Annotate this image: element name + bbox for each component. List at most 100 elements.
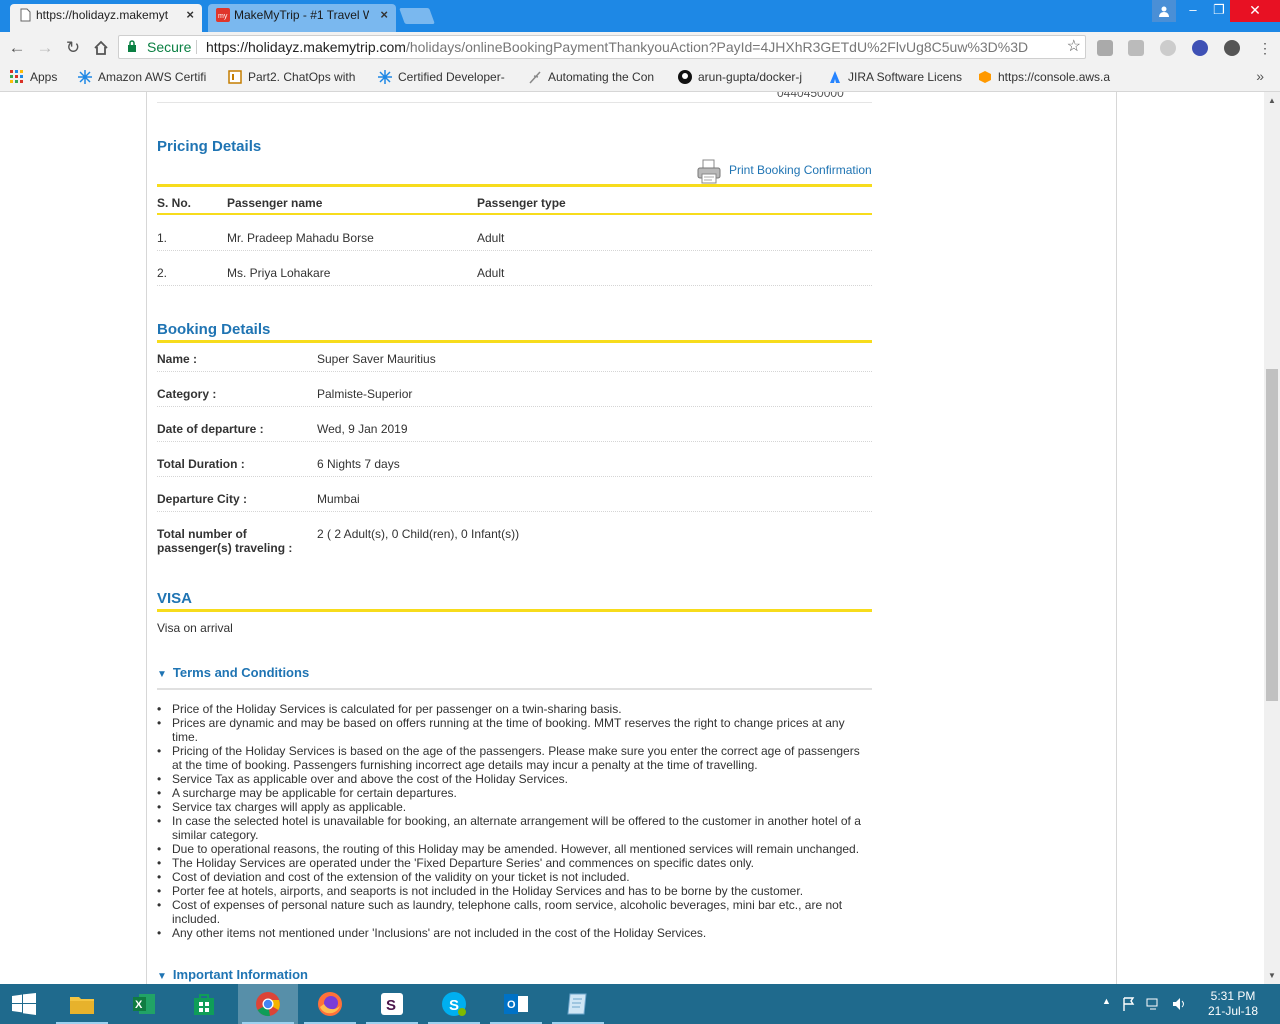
browser-tab-strip: https://holidayz.makemyt × my MakeMyTrip… — [0, 0, 1280, 32]
pdf-extension-icon[interactable] — [1128, 40, 1144, 56]
extension-gray-icon[interactable] — [1097, 40, 1113, 56]
tab-holidayz[interactable]: https://holidayz.makemyt × — [10, 4, 202, 32]
page-right-border — [1116, 92, 1117, 984]
yellow-divider — [157, 340, 872, 343]
bookmark-aws-console[interactable]: https://console.aws.a — [978, 70, 1110, 84]
field-label-category: Category : — [157, 387, 217, 401]
row-divider — [157, 476, 872, 477]
page-icon — [20, 8, 31, 22]
list-item: In case the selected hotel is unavailabl… — [157, 814, 867, 842]
bookmark-automating[interactable]: Automating the Con — [528, 70, 654, 84]
vertical-scrollbar[interactable]: ▲ ▼ — [1264, 92, 1280, 984]
bookmark-label: Apps — [30, 70, 58, 84]
chrome-icon[interactable] — [238, 984, 298, 1024]
clock-date: 21-Jul-18 — [1207, 1004, 1259, 1018]
makemytrip-logo-icon: my — [216, 8, 230, 22]
row-sno: 1. — [157, 231, 168, 245]
list-item: Price of the Holiday Services is calcula… — [157, 702, 867, 716]
new-tab-button[interactable] — [399, 8, 435, 24]
firefox-icon[interactable] — [300, 984, 360, 1024]
field-value-departure-city: Mumbai — [317, 492, 360, 506]
yellow-divider — [157, 609, 872, 612]
forward-arrow-icon[interactable]: → — [34, 37, 56, 59]
tab-title: MakeMyTrip - #1 Travel W — [234, 8, 369, 22]
bookmarks-bar: Apps Amazon AWS Certifi Part2. ChatOps w… — [0, 64, 1280, 92]
bookmarks-overflow-icon[interactable]: » — [1256, 68, 1264, 84]
excel-icon[interactable]: X — [114, 984, 174, 1024]
bookmark-label: Certified Developer- — [398, 70, 505, 84]
tab-close-icon[interactable]: × — [380, 4, 388, 26]
printer-icon — [697, 159, 721, 184]
bookmark-aws-cert[interactable]: Amazon AWS Certifi — [78, 70, 206, 84]
field-label-name: Name : — [157, 352, 198, 366]
notepad-icon[interactable] — [548, 984, 608, 1024]
tab-title: https://holidayz.makemyt — [36, 8, 169, 22]
system-clock[interactable]: 5:31 PM 21-Jul-18 — [1196, 989, 1270, 1019]
print-booking-confirmation[interactable]: Print Booking Confirmation — [697, 159, 872, 185]
list-item: A surcharge may be applicable for certai… — [157, 786, 867, 800]
extension-gear-icon[interactable] — [1224, 40, 1240, 56]
reload-icon[interactable]: ↻ — [62, 37, 84, 59]
bookmark-apps[interactable]: Apps — [10, 70, 57, 84]
tab-close-icon[interactable]: × — [186, 4, 194, 26]
bookmark-label: https://console.aws.a — [998, 70, 1111, 84]
col-header-passenger-name: Passenger name — [227, 196, 323, 210]
list-item: Service Tax as applicable over and above… — [157, 772, 867, 786]
slack-icon[interactable]: S — [362, 984, 422, 1024]
terms-toggle[interactable]: ▼ Terms and Conditions — [157, 665, 309, 680]
bookmark-chatops[interactable]: Part2. ChatOps with — [228, 70, 355, 84]
skype-icon[interactable]: S — [424, 984, 484, 1024]
network-icon[interactable] — [1146, 997, 1162, 1011]
outlook-icon[interactable]: O — [486, 984, 546, 1024]
list-item: Cost of expenses of personal nature such… — [157, 898, 867, 926]
scrollbar-thumb[interactable] — [1266, 369, 1278, 701]
flag-icon[interactable] — [1122, 997, 1136, 1011]
bookmark-star-icon[interactable]: ☆ — [1067, 36, 1081, 58]
windows-taskbar: X S S O ▲ 5:31 PM 21-Jul-18 — [0, 984, 1280, 1024]
system-tray: ▲ — [1096, 984, 1196, 1024]
bookmark-label: Automating the Con — [548, 70, 655, 84]
scroll-down-arrow-icon[interactable]: ▼ — [1264, 967, 1280, 984]
triangle-down-icon: ▼ — [157, 669, 167, 680]
tray-expand-icon[interactable]: ▲ — [1102, 996, 1111, 1006]
bookmark-github[interactable]: arun-gupta/docker-j — [678, 70, 802, 84]
extension-circle-icon[interactable] — [1160, 40, 1176, 56]
list-item: Prices are dynamic and may be based on o… — [157, 716, 867, 744]
field-value-departure-date: Wed, 9 Jan 2019 — [317, 422, 408, 436]
triangle-down-icon: ▼ — [157, 971, 167, 982]
terms-heading: Terms and Conditions — [172, 665, 310, 680]
visa-text: Visa on arrival — [157, 621, 233, 635]
bookmark-label: JIRA Software Licens — [848, 70, 963, 84]
svg-text:S: S — [386, 997, 396, 1014]
bookmark-label: Amazon AWS Certifi — [98, 70, 207, 84]
url-host: https://holidayz.makemytrip.com — [206, 39, 406, 55]
bookmark-label: Part2. ChatOps with — [248, 70, 356, 84]
col-header-sno: S. No. — [157, 196, 192, 210]
back-arrow-icon[interactable]: ← — [6, 37, 28, 59]
file-explorer-icon[interactable] — [52, 984, 112, 1024]
windows-start-icon[interactable] — [0, 984, 48, 1024]
scroll-up-arrow-icon[interactable]: ▲ — [1264, 92, 1280, 109]
bookmark-jira[interactable]: JIRA Software Licens — [828, 70, 962, 84]
address-bar[interactable]: Secure https://holidayz.makemytrip.com/h… — [118, 35, 1086, 59]
user-icon[interactable] — [1152, 0, 1176, 22]
list-item: The Holiday Services are operated under … — [157, 856, 867, 870]
svg-text:O: O — [507, 999, 516, 1011]
bookmark-certified-dev[interactable]: Certified Developer- — [378, 70, 505, 84]
field-label-passenger-count: Total number of passenger(s) traveling : — [157, 527, 293, 555]
snowflake-icon — [78, 70, 92, 84]
bookmark-label: arun-gupta/docker-j — [698, 70, 803, 84]
page-viewport: 0440450000 Pricing Details Print Booking… — [0, 92, 1264, 984]
print-booking-link[interactable]: Print Booking Confirmation — [729, 163, 872, 177]
cut-off-contact-text: 0440450000 — [777, 92, 844, 100]
home-icon[interactable] — [90, 37, 112, 59]
extension-v-icon[interactable] — [1192, 40, 1208, 56]
field-label-departure-date: Date of departure : — [157, 422, 264, 436]
close-window-button[interactable]: ✕ — [1230, 0, 1280, 22]
tab-makemytrip[interactable]: my MakeMyTrip - #1 Travel W × — [208, 4, 396, 32]
list-item: Due to operational reasons, the routing … — [157, 842, 867, 856]
important-info-toggle[interactable]: ▼ Important Information — [157, 967, 308, 982]
volume-icon[interactable] — [1172, 996, 1186, 1012]
chrome-menu-icon[interactable]: ⋮ — [1254, 37, 1276, 59]
store-icon[interactable] — [174, 984, 234, 1024]
